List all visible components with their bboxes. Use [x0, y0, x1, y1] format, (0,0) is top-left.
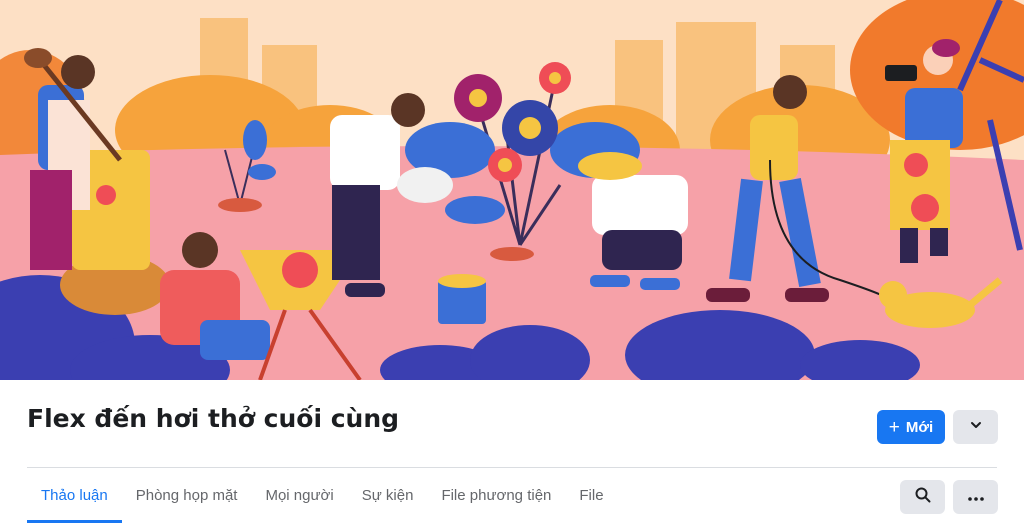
tab-files[interactable]: File	[565, 468, 617, 523]
tab-label: File phương tiện	[441, 487, 552, 504]
tab-label: Sự kiện	[361, 487, 414, 504]
tab-label: Mọi người	[265, 487, 334, 504]
tab-label: Thảo luận	[41, 487, 108, 504]
chevron-down-icon	[969, 418, 983, 437]
tab-events[interactable]: Sự kiện	[348, 468, 428, 523]
group-tabs: Thảo luận Phòng họp mặt Mọi người Sự kiệ…	[27, 468, 618, 523]
tab-media[interactable]: File phương tiện	[427, 468, 565, 523]
tab-discussion[interactable]: Thảo luận	[27, 468, 122, 523]
search-icon	[915, 487, 931, 508]
search-button[interactable]	[900, 480, 945, 514]
new-button[interactable]: + Mới	[877, 410, 945, 444]
tab-label: File	[579, 487, 604, 504]
plus-icon: +	[888, 416, 900, 438]
cover-illustration	[0, 0, 1024, 380]
cover-photo[interactable]	[0, 0, 1024, 380]
more-horizontal-icon	[967, 488, 984, 506]
tab-people[interactable]: Mọi người	[251, 468, 347, 523]
group-title: Flex đến hơi thở cuối cùng	[27, 404, 400, 433]
new-button-label: Mới	[905, 418, 934, 436]
tab-label: Phòng họp mặt	[135, 487, 238, 504]
more-button[interactable]	[953, 480, 998, 514]
dropdown-button[interactable]	[953, 410, 998, 444]
tab-rooms[interactable]: Phòng họp mặt	[122, 468, 252, 523]
